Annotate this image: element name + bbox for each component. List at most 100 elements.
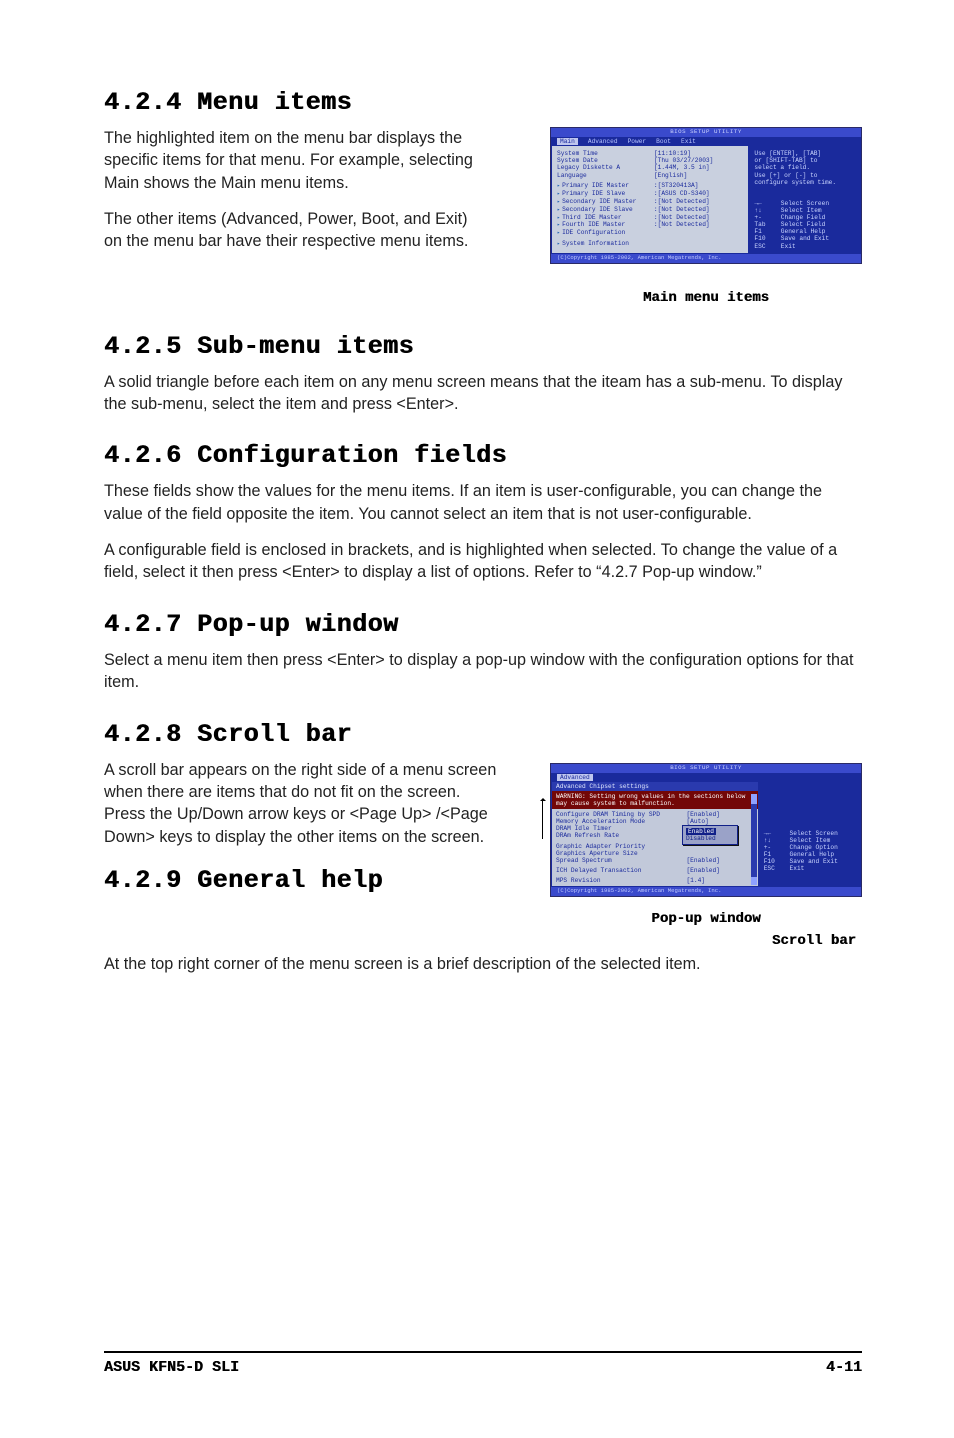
scrollbar-down-icon — [751, 877, 757, 885]
f1-ht1: or [SHIFT-TAB] to — [754, 157, 856, 164]
scrollbar-icon — [751, 794, 757, 886]
f1-ht5: configure system time. — [754, 179, 856, 186]
bios-menu-power: Power — [628, 138, 647, 145]
bios-bottom-strip: (C)Copyright 1985-2002, American Megatre… — [551, 254, 861, 263]
f1-hk1v: Select Item — [781, 207, 822, 214]
f2-k1: Memory Acceleration Mode — [556, 818, 686, 825]
f1-hk4k: F1 — [754, 228, 780, 235]
footer-rule — [104, 1351, 862, 1353]
f1-ht4: Use [+] or [-] to — [754, 172, 856, 179]
col-428-text: A scroll bar appears on the right side o… — [104, 759, 528, 905]
f1-hk3k: Tab — [754, 221, 780, 228]
f2-k11: MPS Revision — [556, 877, 686, 884]
bios-main-screenshot: BIOS SETUP UTILITY Main Advanced Power B… — [550, 127, 862, 264]
f2-hk1v: Select Item — [790, 837, 831, 844]
bios2-left-panel: Advanced Chipset settings WARNING: Setti… — [551, 782, 759, 888]
bios2-right-panel: →←Select Screen ↑↓Select Item +-Change O… — [759, 782, 861, 888]
figure-caption-scrollbar: Scroll bar — [550, 933, 862, 949]
bios-menu-advanced: Advanced — [588, 138, 618, 145]
f1-s2v: :[Not Detected] — [654, 198, 710, 206]
leader-arrow-icon — [542, 799, 550, 839]
bios2-menubar: Advanced — [551, 773, 861, 782]
popup-opt1: Enabled — [686, 828, 716, 835]
f2-v0: [Enabled] — [686, 811, 719, 818]
f1-ht2: select a field. — [754, 164, 856, 171]
f1-hk0k: →← — [754, 200, 780, 207]
f2-k2: DRAM Idle Timer — [556, 825, 686, 832]
para-429-1: At the top right corner of the menu scre… — [104, 953, 862, 975]
f1-s1k: Primary IDE Slave — [557, 190, 654, 198]
f1-hk5v: Save and Exit — [781, 235, 829, 242]
f2-k7: Spread Spectrum — [556, 857, 686, 864]
f1-s5k: Fourth IDE Master — [557, 221, 654, 229]
figure-caption-main: Main menu items — [550, 290, 862, 306]
heading-427: 4.2.7 Pop-up window — [104, 610, 862, 639]
page: 4.2.4 Menu items The highlighted item on… — [0, 0, 954, 1438]
para-424-1: The highlighted item on the menu bar dis… — [104, 127, 484, 194]
f2-hk3k: F1 — [764, 851, 790, 858]
f1-hk2v: Change Field — [781, 214, 826, 221]
f1-s5v: :[Not Detected] — [654, 221, 710, 229]
para-424-2: The other items (Advanced, Power, Boot, … — [104, 208, 484, 253]
f2-k9: ICH Delayed Transaction — [556, 867, 686, 874]
heading-429: 4.2.9 General help — [104, 866, 528, 895]
f2-hk0v: Select Screen — [790, 830, 838, 837]
f1-k2: Legacy Diskette A — [557, 164, 654, 171]
bios-title: BIOS SETUP UTILITY — [551, 128, 861, 137]
footer-left: ASUS KFN5-D SLI — [104, 1359, 239, 1376]
bios-menu-exit: Exit — [681, 138, 696, 145]
bios2-fields: Configure DRAM Timing by SPD[Enabled] Me… — [552, 809, 758, 886]
heading-426: 4.2.6 Configuration fields — [104, 441, 862, 470]
f2-hk0k: →← — [764, 830, 790, 837]
bios2-title: BIOS SETUP UTILITY — [551, 764, 861, 773]
f1-s0v: :[ST320413A] — [654, 182, 699, 190]
f1-v0: [11:10:19] — [654, 150, 691, 157]
f2-v11: [1.4] — [686, 877, 705, 884]
f1-v3: [English] — [654, 172, 687, 179]
f1-v2: [1.44M, 3.5 in] — [654, 164, 710, 171]
row-424: The highlighted item on the menu bar dis… — [104, 127, 862, 306]
bios-body: System Time[11:10:19] System Date[Thu 03… — [551, 146, 861, 254]
bios-menubar: Main Advanced Power Boot Exit — [551, 137, 861, 146]
bios-popup-screenshot: BIOS SETUP UTILITY Advanced Advanced Chi… — [550, 763, 862, 898]
para-426-2: A configurable field is enclosed in brac… — [104, 539, 862, 584]
para-428-1: A scroll bar appears on the right side o… — [104, 759, 504, 848]
col-424-text: The highlighted item on the menu bar dis… — [104, 127, 528, 267]
bios-left-panel: System Time[11:10:19] System Date[Thu 03… — [551, 146, 749, 254]
f2-hk1k: ↑↓ — [764, 837, 790, 844]
figure-popup: BIOS SETUP UTILITY Advanced Advanced Chi… — [550, 759, 862, 950]
bios2-help-keys: →←Select Screen ↑↓Select Item +-Change O… — [764, 830, 856, 873]
f1-v1: [Thu 03/27/2003] — [654, 157, 713, 164]
f2-v7: [Enabled] — [686, 857, 719, 864]
bios2-body: Advanced Chipset settings WARNING: Setti… — [551, 782, 861, 888]
f1-s3k: Secondary IDE Slave — [557, 206, 654, 214]
f1-hk5k: F10 — [754, 235, 780, 242]
footer-right: 4-11 — [826, 1359, 862, 1376]
f2-k0: Configure DRAM Timing by SPD — [556, 811, 686, 818]
figure-main-menu: BIOS SETUP UTILITY Main Advanced Power B… — [550, 127, 862, 306]
f1-ht0: Use [ENTER], [TAB] — [754, 150, 856, 157]
bios-help-top: Use [ENTER], [TAB] or [SHIFT-TAB] to sel… — [754, 150, 856, 186]
f2-k6: Graphics Aperture Size — [556, 850, 686, 857]
f2-hk5v: Exit — [790, 865, 805, 872]
bios-right-panel: Use [ENTER], [TAB] or [SHIFT-TAB] to sel… — [749, 146, 861, 254]
f1-hk3v: Select Field — [781, 221, 826, 228]
f2-hk2k: +- — [764, 844, 790, 851]
bios2-bottom-strip: (C)Copyright 1985-2002, American Megatre… — [551, 887, 861, 896]
f2-k5: Graphic Adapter Priority — [556, 843, 686, 850]
f1-hk2k: +- — [754, 214, 780, 221]
bios2-warning: WARNING: Setting wrong values in the sec… — [552, 791, 758, 809]
f1-k3: Language — [557, 172, 654, 179]
f2-hk4k: F10 — [764, 858, 790, 865]
f2-hk4v: Save and Exit — [790, 858, 838, 865]
f1-s6k: IDE Configuration — [557, 229, 654, 237]
bios2-popup-menu: Enabled Disabled — [682, 825, 738, 845]
figure-caption-popup: Pop-up window — [550, 911, 862, 927]
bios-menu-main: Main — [557, 138, 578, 145]
f1-hk0v: Select Screen — [781, 200, 829, 207]
para-425-1: A solid triangle before each item on any… — [104, 371, 862, 416]
row-428: A scroll bar appears on the right side o… — [104, 759, 862, 950]
f2-v9: [Enabled] — [686, 867, 719, 874]
f2-hk2v: Change Option — [790, 844, 838, 851]
f2-hk5k: ESC — [764, 865, 790, 872]
